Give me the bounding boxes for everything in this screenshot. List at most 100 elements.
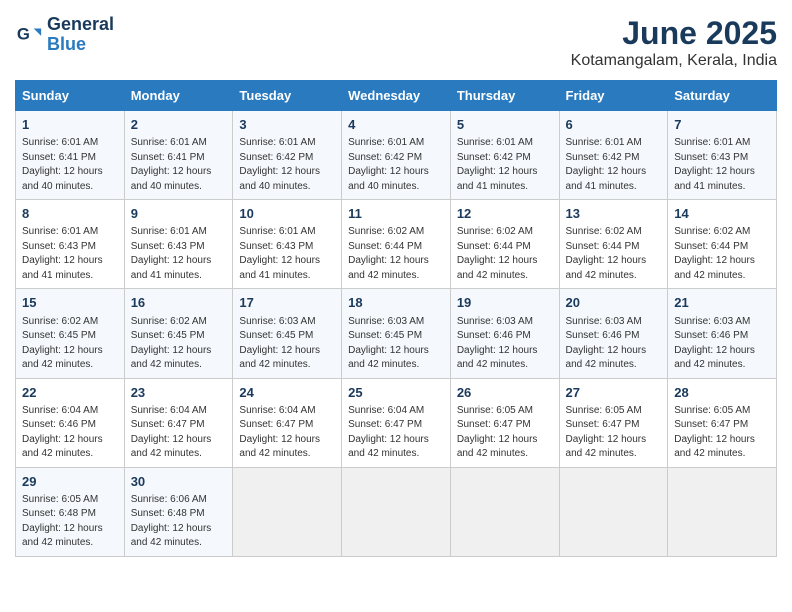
calendar-cell: 10Sunrise: 6:01 AM Sunset: 6:43 PM Dayli… [233, 200, 342, 289]
month-title: June 2025 [571, 15, 777, 52]
day-number: 4 [348, 116, 444, 134]
calendar-week-row: 22 Sunrise: 6:04 AM Sunset: 6:46 PM Dayli… [16, 378, 777, 467]
day-info: Sunrise: 6:04 AM Sunset: 6:47 PM Dayligh… [348, 404, 444, 462]
day-info: Sunrise: 6:03 AM Sunset: 6:45 PM Dayligh… [348, 315, 444, 373]
calendar-cell: 17Sunrise: 6:03 AM Sunset: 6:45 PM Dayli… [233, 289, 342, 378]
calendar-cell: 18Sunrise: 6:03 AM Sunset: 6:45 PM Dayli… [342, 289, 451, 378]
calendar-cell [233, 467, 342, 556]
day-info: Sunrise: 6:01 AM Sunset: 6:41 PM Dayligh… [22, 136, 118, 194]
calendar-cell: 4 Sunrise: 6:01 AM Sunset: 6:42 PM Daylig… [342, 111, 451, 200]
day-number: 7 [674, 116, 770, 134]
day-info: Sunrise: 6:04 AM Sunset: 6:47 PM Dayligh… [131, 404, 227, 462]
day-info: Sunrise: 6:01 AM Sunset: 6:41 PM Dayligh… [131, 136, 227, 194]
day-info: Sunrise: 6:02 AM Sunset: 6:44 PM Dayligh… [348, 225, 444, 283]
calendar-week-row: 8 Sunrise: 6:01 AM Sunset: 6:43 PM Daylig… [16, 200, 777, 289]
calendar-cell: 26Sunrise: 6:05 AM Sunset: 6:47 PM Dayli… [450, 378, 559, 467]
day-info: Sunrise: 6:02 AM Sunset: 6:45 PM Dayligh… [22, 315, 118, 373]
day-number: 5 [457, 116, 553, 134]
calendar-week-row: 1 Sunrise: 6:01 AM Sunset: 6:41 PM Daylig… [16, 111, 777, 200]
day-number: 14 [674, 205, 770, 223]
calendar-cell [342, 467, 451, 556]
day-info: Sunrise: 6:04 AM Sunset: 6:46 PM Dayligh… [22, 404, 118, 462]
calendar-cell: 5 Sunrise: 6:01 AM Sunset: 6:42 PM Daylig… [450, 111, 559, 200]
day-number: 1 [22, 116, 118, 134]
day-number: 13 [566, 205, 662, 223]
day-number: 2 [131, 116, 227, 134]
header-friday: Friday [559, 81, 668, 111]
day-info: Sunrise: 6:05 AM Sunset: 6:47 PM Dayligh… [674, 404, 770, 462]
day-number: 12 [457, 205, 553, 223]
day-info: Sunrise: 6:02 AM Sunset: 6:45 PM Dayligh… [131, 315, 227, 373]
calendar-cell: 13Sunrise: 6:02 AM Sunset: 6:44 PM Dayli… [559, 200, 668, 289]
logo-line2: Blue [47, 34, 86, 54]
calendar-cell: 30Sunrise: 6:06 AM Sunset: 6:48 PM Dayli… [124, 467, 233, 556]
day-number: 20 [566, 294, 662, 312]
calendar-cell: 25 Sunrise: 6:04 AM Sunset: 6:47 PM Dayli… [342, 378, 451, 467]
calendar-cell: 23 Sunrise: 6:04 AM Sunset: 6:47 PM Dayli… [124, 378, 233, 467]
day-info: Sunrise: 6:01 AM Sunset: 6:42 PM Dayligh… [239, 136, 335, 194]
logo-icon: G [15, 21, 43, 49]
day-info: Sunrise: 6:03 AM Sunset: 6:46 PM Dayligh… [457, 315, 553, 373]
day-info: Sunrise: 6:03 AM Sunset: 6:46 PM Dayligh… [674, 315, 770, 373]
day-info: Sunrise: 6:01 AM Sunset: 6:43 PM Dayligh… [674, 136, 770, 194]
day-info: Sunrise: 6:01 AM Sunset: 6:42 PM Dayligh… [457, 136, 553, 194]
calendar-cell: 2 Sunrise: 6:01 AM Sunset: 6:41 PM Daylig… [124, 111, 233, 200]
day-info: Sunrise: 6:02 AM Sunset: 6:44 PM Dayligh… [457, 225, 553, 283]
day-info: Sunrise: 6:02 AM Sunset: 6:44 PM Dayligh… [674, 225, 770, 283]
day-number: 3 [239, 116, 335, 134]
calendar-cell: 16 Sunrise: 6:02 AM Sunset: 6:45 PM Dayli… [124, 289, 233, 378]
header-wednesday: Wednesday [342, 81, 451, 111]
day-info: Sunrise: 6:05 AM Sunset: 6:48 PM Dayligh… [22, 493, 118, 551]
calendar-cell [559, 467, 668, 556]
day-info: Sunrise: 6:01 AM Sunset: 6:42 PM Dayligh… [566, 136, 662, 194]
day-number: 15 [22, 294, 118, 312]
day-number: 6 [566, 116, 662, 134]
calendar-cell: 28 Sunrise: 6:05 AM Sunset: 6:47 PM Dayli… [668, 378, 777, 467]
day-info: Sunrise: 6:05 AM Sunset: 6:47 PM Dayligh… [566, 404, 662, 462]
calendar-cell: 11 Sunrise: 6:02 AM Sunset: 6:44 PM Dayli… [342, 200, 451, 289]
calendar-cell [450, 467, 559, 556]
day-info: Sunrise: 6:01 AM Sunset: 6:42 PM Dayligh… [348, 136, 444, 194]
day-number: 11 [348, 205, 444, 223]
calendar-header-row: SundayMondayTuesdayWednesdayThursdayFrid… [16, 81, 777, 111]
calendar-cell: 15 Sunrise: 6:02 AM Sunset: 6:45 PM Dayli… [16, 289, 125, 378]
calendar-cell: 29Sunrise: 6:05 AM Sunset: 6:48 PM Dayli… [16, 467, 125, 556]
calendar-cell: 20 Sunrise: 6:03 AM Sunset: 6:46 PM Dayli… [559, 289, 668, 378]
calendar-cell: 9Sunrise: 6:01 AM Sunset: 6:43 PM Daylig… [124, 200, 233, 289]
calendar-week-row: 15 Sunrise: 6:02 AM Sunset: 6:45 PM Dayli… [16, 289, 777, 378]
page-header: G General Blue June 2025 Kotamangalam, K… [15, 15, 777, 70]
day-number: 19 [457, 294, 553, 312]
day-number: 23 [131, 384, 227, 402]
day-number: 21 [674, 294, 770, 312]
day-number: 25 [348, 384, 444, 402]
calendar-cell: 3 Sunrise: 6:01 AM Sunset: 6:42 PM Daylig… [233, 111, 342, 200]
day-number: 27 [566, 384, 662, 402]
location-title: Kotamangalam, Kerala, India [571, 52, 777, 70]
header-monday: Monday [124, 81, 233, 111]
calendar-cell: 6 Sunrise: 6:01 AM Sunset: 6:42 PM Daylig… [559, 111, 668, 200]
day-info: Sunrise: 6:03 AM Sunset: 6:45 PM Dayligh… [239, 315, 335, 373]
calendar-cell: 22 Sunrise: 6:04 AM Sunset: 6:46 PM Dayli… [16, 378, 125, 467]
day-info: Sunrise: 6:04 AM Sunset: 6:47 PM Dayligh… [239, 404, 335, 462]
day-number: 22 [22, 384, 118, 402]
logo-line1: General [47, 15, 114, 35]
day-number: 8 [22, 205, 118, 223]
header-saturday: Saturday [668, 81, 777, 111]
day-info: Sunrise: 6:01 AM Sunset: 6:43 PM Dayligh… [22, 225, 118, 283]
header-tuesday: Tuesday [233, 81, 342, 111]
calendar-week-row: 29Sunrise: 6:05 AM Sunset: 6:48 PM Dayli… [16, 467, 777, 556]
day-info: Sunrise: 6:06 AM Sunset: 6:48 PM Dayligh… [131, 493, 227, 551]
calendar-cell: 21 Sunrise: 6:03 AM Sunset: 6:46 PM Dayli… [668, 289, 777, 378]
logo: G General Blue [15, 15, 114, 55]
day-info: Sunrise: 6:03 AM Sunset: 6:46 PM Dayligh… [566, 315, 662, 373]
day-number: 9 [131, 205, 227, 223]
day-info: Sunrise: 6:05 AM Sunset: 6:47 PM Dayligh… [457, 404, 553, 462]
day-number: 10 [239, 205, 335, 223]
svg-text:G: G [17, 24, 30, 43]
calendar-cell [668, 467, 777, 556]
calendar-cell: 24Sunrise: 6:04 AM Sunset: 6:47 PM Dayli… [233, 378, 342, 467]
calendar-cell: 8 Sunrise: 6:01 AM Sunset: 6:43 PM Daylig… [16, 200, 125, 289]
day-number: 16 [131, 294, 227, 312]
logo-text: General Blue [47, 15, 114, 55]
day-number: 28 [674, 384, 770, 402]
